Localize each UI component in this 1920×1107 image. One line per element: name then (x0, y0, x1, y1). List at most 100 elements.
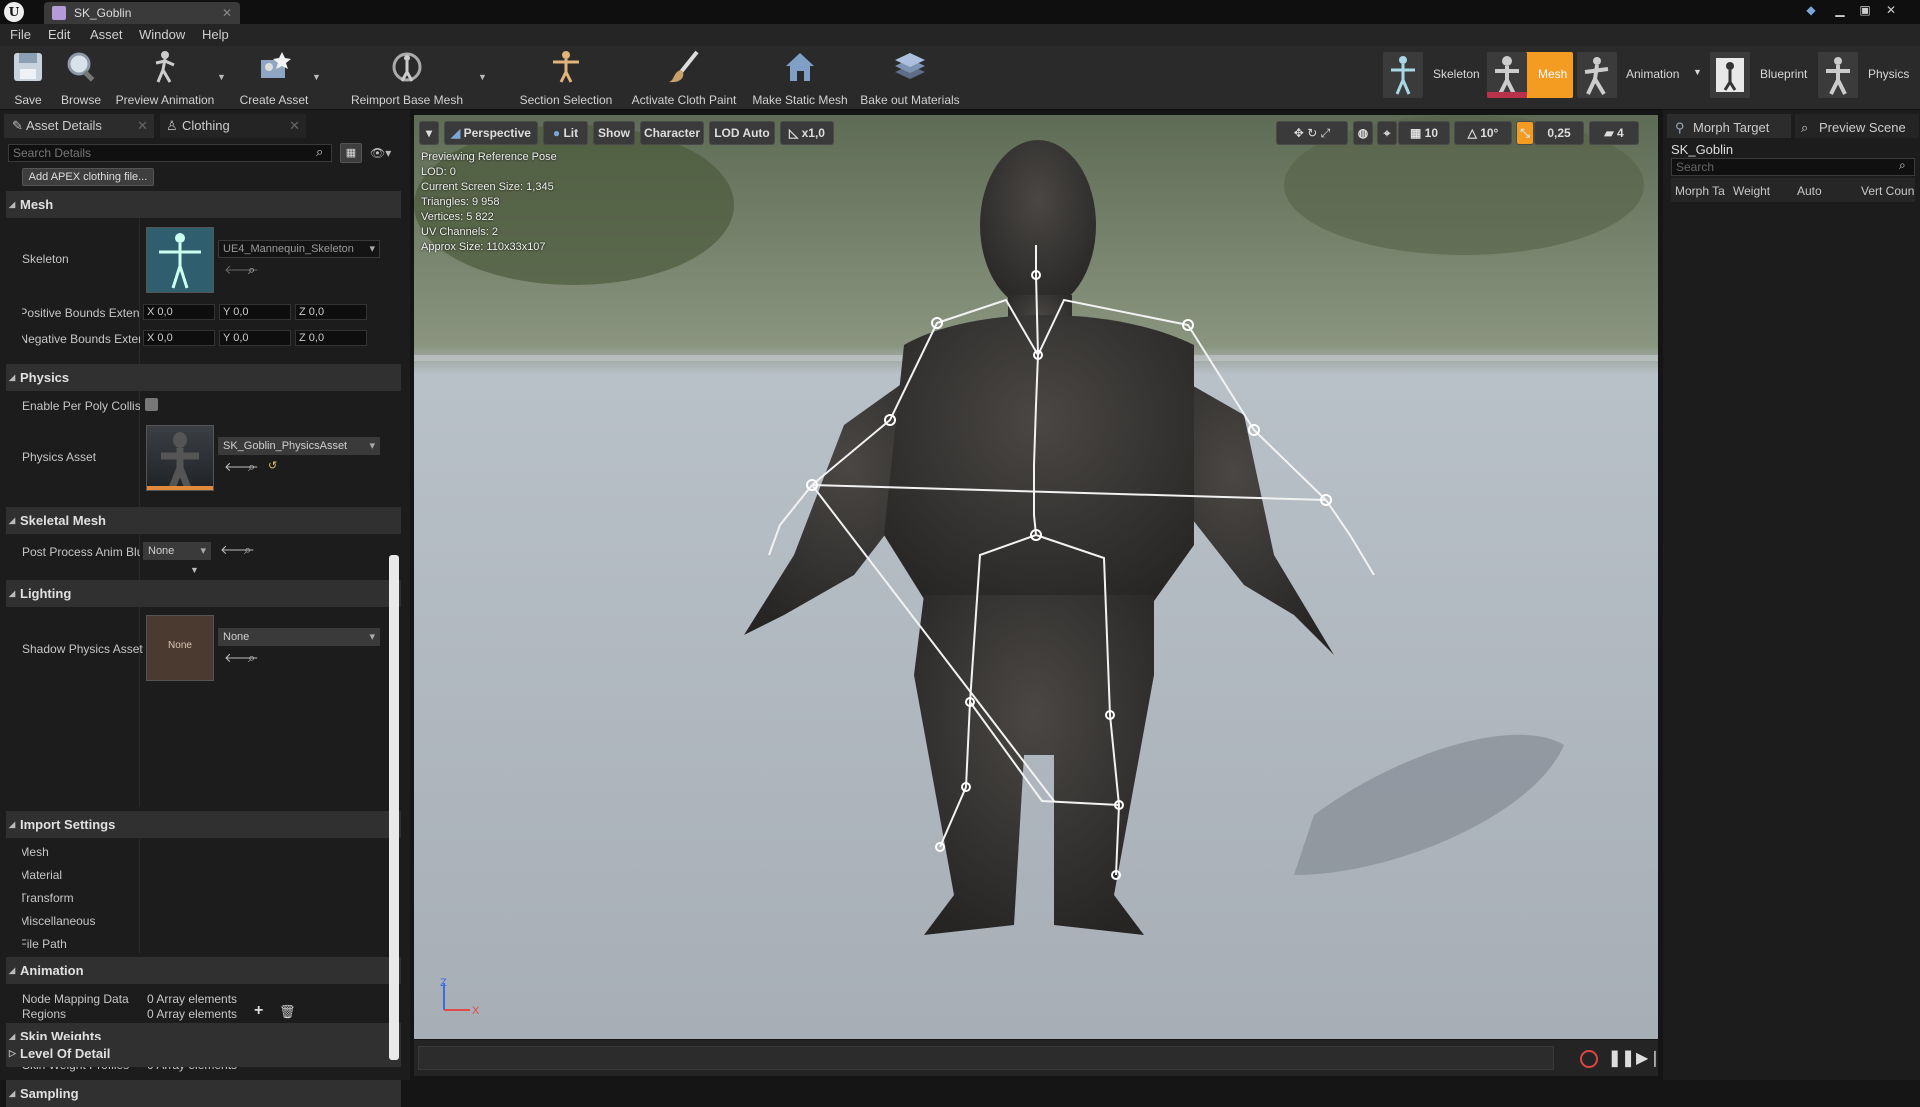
mode-blueprint-button[interactable]: Blueprint (1710, 52, 1810, 98)
surface-snap-icon[interactable]: ⌖ (1377, 121, 1397, 145)
column-auto[interactable]: Auto (1797, 184, 1822, 198)
reimport-dropdown-icon[interactable]: ▼ (478, 72, 487, 82)
reset-to-default-icon[interactable]: ↺ (268, 459, 277, 472)
preview-animation-dropdown-icon[interactable]: ▼ (217, 72, 226, 82)
preview-animation-button[interactable]: Preview Animation (113, 50, 217, 107)
delete-trash-icon[interactable]: 🗑 (279, 1004, 296, 1020)
close-tab-icon[interactable]: ✕ (137, 114, 148, 138)
shadow-physics-thumbnail[interactable]: None (146, 615, 214, 681)
translate-icon[interactable]: ✥ (1294, 126, 1304, 140)
category-skeletal-mesh[interactable]: Skeletal Mesh (6, 507, 401, 534)
shadow-physics-combo[interactable]: None (218, 628, 380, 646)
import-transform-item[interactable]: Transform (22, 891, 74, 905)
menu-asset[interactable]: Asset (90, 27, 123, 42)
document-tab[interactable]: SK_Goblin ✕ (44, 2, 240, 24)
browse-to-asset-icon[interactable]: ⌕ (248, 650, 255, 666)
character-button[interactable]: Character (640, 121, 704, 145)
tab-clothing[interactable]: ♙ Clothing ✕ (160, 114, 306, 138)
perspective-button[interactable]: ◢ Perspective (444, 121, 538, 145)
viewport-options-button[interactable]: ▾ (419, 121, 439, 145)
search-details-input[interactable]: Search Details (8, 144, 332, 162)
menu-window[interactable]: Window (139, 27, 185, 42)
browse-to-asset-icon[interactable]: ⌕ (248, 459, 255, 475)
category-mesh[interactable]: Mesh (6, 191, 401, 218)
negative-bounds-y[interactable]: Y 0,0 (219, 330, 291, 346)
rotation-snap-button[interactable]: △ 10° (1454, 121, 1512, 145)
category-lighting[interactable]: Lighting (6, 580, 401, 607)
column-morph-target[interactable]: Morph Ta (1675, 184, 1725, 198)
category-physics[interactable]: Physics (6, 364, 401, 391)
scale-snap-toggle-icon[interactable]: ⤡ (1516, 121, 1534, 145)
scale-snap-button[interactable]: 0,25 (1534, 121, 1584, 145)
post-process-anim-combo[interactable]: None (143, 542, 211, 560)
timeline-scrubber[interactable] (418, 1046, 1554, 1070)
close-tab-icon[interactable]: ✕ (222, 2, 232, 24)
tab-preview-scene[interactable]: ⌕ Preview Scene (1795, 114, 1919, 138)
rotate-icon[interactable]: ↻ (1307, 126, 1317, 140)
show-button[interactable]: Show (593, 121, 635, 145)
browse-button[interactable]: Browse (60, 50, 102, 107)
menu-edit[interactable]: Edit (48, 27, 70, 42)
physics-asset-thumbnail[interactable] (146, 425, 214, 491)
add-apex-clothing-button[interactable]: Add APEX clothing file... (22, 168, 154, 186)
playback-speed-button[interactable]: ◺ x1,0 (780, 121, 834, 145)
bake-out-materials-button[interactable]: Bake out Materials (858, 50, 962, 107)
category-import-settings[interactable]: Import Settings (6, 811, 401, 838)
mode-mesh-button[interactable]: Mesh (1487, 52, 1573, 98)
create-asset-button[interactable]: Create Asset (238, 50, 310, 107)
negative-bounds-x[interactable]: X 0,0 (143, 330, 215, 346)
positive-bounds-y[interactable]: Y 0,0 (219, 304, 291, 320)
create-asset-dropdown-icon[interactable]: ▼ (312, 72, 321, 82)
lit-button[interactable]: ● Lit (543, 121, 588, 145)
category-sampling[interactable]: Sampling (6, 1080, 401, 1107)
tab-morph-target[interactable]: ⚲ Morph Target (1667, 114, 1791, 138)
morph-search-input[interactable]: Search (1671, 158, 1915, 176)
positive-bounds-label[interactable]: Positive Bounds Extens (22, 306, 140, 320)
close-tab-icon[interactable]: ✕ (289, 114, 300, 138)
menu-help[interactable]: Help (202, 27, 229, 42)
details-scrollbar[interactable] (389, 555, 399, 1060)
preview-viewport[interactable]: Z X ▾ ◢ Perspective ● Lit Show Character… (414, 115, 1658, 1039)
positive-bounds-z[interactable]: Z 0,0 (295, 304, 367, 320)
scale-icon[interactable]: ⤢ (1321, 126, 1331, 140)
local-world-icon[interactable]: ◍ (1353, 121, 1373, 145)
skeleton-combo[interactable]: UE4_Mannequin_Skeleton (218, 240, 380, 258)
mode-animation-button[interactable]: Animation ▼ (1577, 52, 1702, 98)
negative-bounds-label[interactable]: Negative Bounds Exten (22, 332, 140, 346)
mode-skeleton-button[interactable]: Skeleton (1383, 52, 1483, 98)
import-miscellaneous-item[interactable]: Miscellaneous (22, 914, 95, 928)
camera-speed-button[interactable]: ▰ 4 (1589, 121, 1639, 145)
minimize-icon[interactable]: ▁ (1829, 2, 1851, 18)
lod-auto-button[interactable]: LOD Auto (709, 121, 775, 145)
close-window-icon[interactable]: ✕ (1880, 2, 1902, 18)
section-selection-button[interactable]: Section Selection (518, 50, 614, 107)
tab-asset-details[interactable]: ✎ Asset Details ✕ (4, 114, 154, 138)
notifications-icon[interactable]: ◆ (1800, 2, 1822, 18)
menu-file[interactable]: File (10, 27, 31, 42)
column-weight[interactable]: Weight (1733, 184, 1770, 198)
view-options-grid-icon[interactable]: ▦ (340, 143, 362, 163)
import-file-path-item[interactable]: File Path (22, 937, 67, 951)
eye-visibility-icon[interactable]: 👁▾ (370, 146, 391, 160)
column-vert-count[interactable]: Vert Coun (1861, 184, 1914, 198)
transform-tools-group[interactable]: ✥ ↻ ⤢ (1276, 121, 1348, 145)
animation-dropdown-icon[interactable]: ▼ (1693, 67, 1702, 77)
category-level-of-detail[interactable]: Level Of Detail (6, 1040, 401, 1067)
physics-asset-combo[interactable]: SK_Goblin_PhysicsAsset (218, 437, 380, 455)
mode-physics-button[interactable]: Physics (1818, 52, 1918, 98)
activate-cloth-paint-button[interactable]: Activate Cloth Paint (626, 50, 742, 107)
record-icon[interactable] (1580, 1050, 1598, 1068)
browse-to-asset-icon[interactable]: ⌕ (248, 262, 255, 278)
make-static-mesh-button[interactable]: Make Static Mesh (750, 50, 850, 107)
pause-icon[interactable]: ❚❚ (1608, 1048, 1635, 1068)
positive-bounds-x[interactable]: X 0,0 (143, 304, 215, 320)
category-animation[interactable]: Animation (6, 957, 401, 984)
advanced-expand-icon[interactable]: ▼ (190, 565, 199, 575)
import-mesh-item[interactable]: Mesh (22, 845, 49, 859)
save-button[interactable]: Save (10, 50, 46, 107)
add-element-icon[interactable]: + (254, 1002, 263, 1020)
step-forward-icon[interactable]: ▶❘ (1636, 1048, 1662, 1068)
browse-to-asset-icon[interactable]: ⌕ (244, 542, 251, 558)
grid-snap-button[interactable]: ▦ 10 (1398, 121, 1450, 145)
import-material-item[interactable]: Material (22, 868, 62, 882)
